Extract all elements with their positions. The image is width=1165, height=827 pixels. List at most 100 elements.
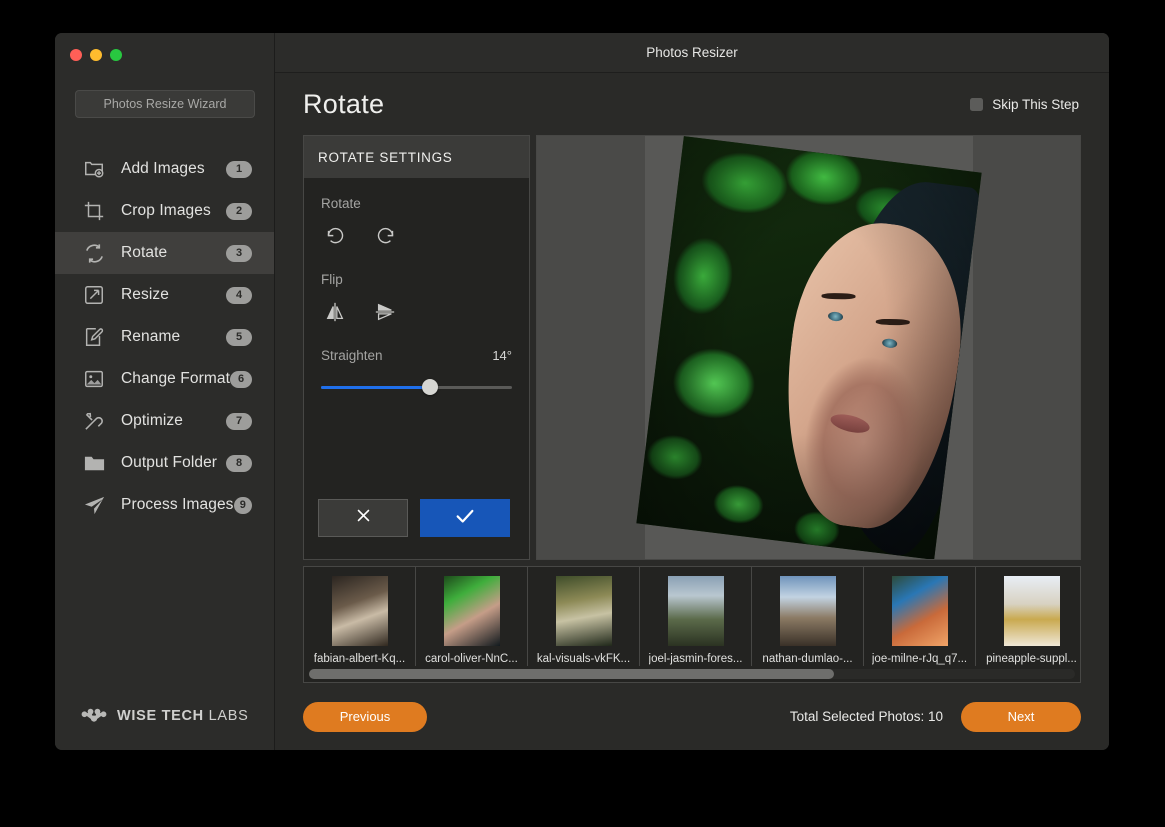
sidebar-item-label: Crop Images [121, 202, 211, 219]
editor-area: ROTATE SETTINGS Rotate Flip Straighten 1… [275, 135, 1109, 560]
thumbnail-image [891, 576, 948, 646]
sidebar-item-output-folder[interactable]: Output Folder 8 [55, 442, 274, 484]
sidebar-item-badge: 1 [226, 160, 252, 178]
list-item[interactable]: carol-oliver-NnC... [416, 567, 528, 666]
thumbnail-image [331, 576, 388, 646]
wise-tech-labs-logo-icon [81, 707, 107, 725]
crop-icon [81, 198, 107, 224]
sidebar-item-rename[interactable]: Rename 5 [55, 316, 274, 358]
scrollbar-thumb[interactable] [309, 669, 834, 679]
thumbnail-scrollbar[interactable] [304, 666, 1080, 682]
sidebar-item-badge: 3 [226, 244, 252, 262]
sidebar-item-badge: 7 [226, 412, 252, 430]
traffic-lights [70, 49, 122, 61]
sidebar-item-label: Rotate [121, 244, 168, 261]
list-item[interactable]: kal-visuals-vkFK... [528, 567, 640, 666]
rotate-clockwise-icon[interactable] [373, 224, 397, 248]
flip-vertical-icon[interactable] [373, 300, 397, 324]
list-item[interactable]: joe-milne-rJq_q7... [864, 567, 976, 666]
sidebar-item-label: Output Folder [121, 454, 218, 471]
next-button[interactable]: Next [961, 701, 1081, 732]
page-header: Rotate Skip This Step [275, 73, 1109, 135]
sidebar-item-change-format[interactable]: Change Format 6 [55, 358, 274, 400]
sidebar-item-crop-images[interactable]: Crop Images 2 [55, 190, 274, 232]
cancel-button[interactable] [318, 499, 408, 537]
list-item[interactable]: pineapple-suppl... [976, 567, 1080, 666]
image-format-icon [81, 366, 107, 392]
rotate-buttons-row [321, 224, 512, 248]
list-item[interactable]: joel-jasmin-fores... [640, 567, 752, 666]
preview-canvas [635, 136, 982, 559]
skip-this-step-control[interactable]: Skip This Step [970, 97, 1079, 112]
straighten-value: 14° [492, 348, 512, 363]
sidebar-item-label: Resize [121, 286, 169, 303]
photos-resize-wizard-button[interactable]: Photos Resize Wizard [75, 90, 255, 118]
straighten-label: Straighten [321, 348, 383, 363]
image-preview-pane[interactable] [536, 135, 1081, 560]
thumbnail-caption: pineapple-suppl... [986, 653, 1077, 665]
wizard-button-label: Photos Resize Wizard [103, 97, 227, 111]
thumbnail-image [1003, 576, 1060, 646]
resize-icon [81, 282, 107, 308]
settings-action-buttons [304, 499, 529, 559]
sidebar: Photos Resize Wizard Add Images 1 Crop I… [55, 33, 275, 750]
total-selected-photos-label: Total Selected Photos: 10 [789, 709, 943, 724]
rotate-settings-title: ROTATE SETTINGS [304, 136, 529, 178]
confirm-button[interactable] [420, 499, 510, 537]
rotate-settings-panel: ROTATE SETTINGS Rotate Flip Straighten 1… [303, 135, 530, 560]
flip-horizontal-icon[interactable] [323, 300, 347, 324]
photo-vignette [635, 136, 982, 559]
sidebar-item-badge: 2 [226, 202, 252, 220]
window-titlebar: Photos Resizer [275, 33, 1109, 73]
rotate-settings-body: Rotate Flip Straighten 14° [304, 178, 529, 499]
sidebar-item-badge: 5 [226, 328, 252, 346]
list-item[interactable]: fabian-albert-Kq... [304, 567, 416, 666]
scrollbar-track[interactable] [309, 669, 1075, 679]
thumbnail-list: fabian-albert-Kq... carol-oliver-NnC... … [304, 567, 1080, 666]
sidebar-nav-list: Add Images 1 Crop Images 2 Rotate 3 Resi… [55, 148, 274, 526]
thumbnail-caption: joel-jasmin-fores... [648, 653, 743, 665]
brand-logo: WISE TECH LABS [81, 707, 248, 725]
preview-photo[interactable] [635, 136, 982, 559]
thumbnail-caption: joe-milne-rJq_q7... [871, 653, 968, 665]
sidebar-item-label: Add Images [121, 160, 205, 177]
thumbnail-image [667, 576, 724, 646]
rotate-icon [81, 240, 107, 266]
next-button-label: Next [1007, 709, 1035, 724]
flip-group-label: Flip [321, 272, 343, 287]
main-content: Photos Resizer Rotate Skip This Step ROT… [275, 33, 1109, 750]
previous-button[interactable]: Previous [303, 701, 427, 732]
skip-this-step-checkbox[interactable] [970, 97, 984, 111]
skip-this-step-label: Skip This Step [992, 96, 1079, 112]
sidebar-item-optimize[interactable]: Optimize 7 [55, 400, 274, 442]
minimize-window-button[interactable] [90, 49, 102, 61]
app-window: Photos Resize Wizard Add Images 1 Crop I… [55, 33, 1109, 750]
sidebar-item-rotate[interactable]: Rotate 3 [55, 232, 274, 274]
slider-thumb[interactable] [421, 379, 438, 395]
tools-icon [81, 408, 107, 434]
sidebar-item-label: Optimize [121, 412, 183, 429]
brand-name-bold: WISE TECH [117, 708, 204, 724]
straighten-slider[interactable] [321, 379, 512, 395]
maximize-window-button[interactable] [110, 49, 122, 61]
thumbnail-strip: fabian-albert-Kq... carol-oliver-NnC... … [303, 566, 1081, 683]
close-window-button[interactable] [70, 49, 82, 61]
thumbnail-caption: kal-visuals-vkFK... [536, 653, 631, 665]
list-item[interactable]: nathan-dumlao-... [752, 567, 864, 666]
rotate-group-label: Rotate [321, 196, 361, 211]
thumbnail-image [443, 576, 500, 646]
sidebar-item-label: Process Images [121, 496, 234, 513]
sidebar-item-process-images[interactable]: Process Images 9 [55, 484, 274, 526]
window-title: Photos Resizer [646, 45, 738, 60]
sidebar-item-resize[interactable]: Resize 4 [55, 274, 274, 316]
rotate-counterclockwise-icon[interactable] [323, 224, 347, 248]
thumbnail-image [555, 576, 612, 646]
sidebar-item-label: Rename [121, 328, 181, 345]
check-icon [454, 505, 476, 532]
sidebar-item-badge: 4 [226, 286, 252, 304]
brand-name-light: LABS [208, 708, 249, 724]
sidebar-item-badge: 6 [230, 370, 252, 388]
flip-buttons-row [321, 300, 512, 324]
sidebar-item-add-images[interactable]: Add Images 1 [55, 148, 274, 190]
sidebar-item-label: Change Format [121, 370, 230, 387]
